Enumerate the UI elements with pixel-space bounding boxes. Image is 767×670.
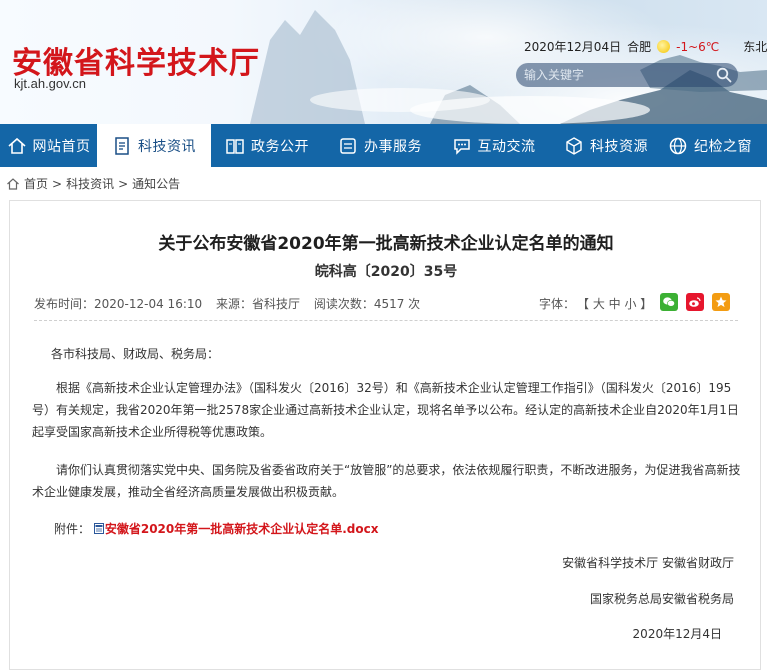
- globe-icon: [669, 137, 687, 154]
- wechat-share-button[interactable]: [660, 293, 678, 311]
- article-paragraph-1: 根据《高新技术企业认定管理办法》（国科发火〔2016〕32号）和《高新技术企业认…: [32, 381, 739, 439]
- article-panel: 关于公布安徽省2020年第一批高新技术企业认定名单的通知 皖科高〔2020〕35…: [9, 200, 761, 670]
- nav-item-label: 办事服务: [364, 138, 422, 155]
- signature-date: 2020年12月4日: [632, 627, 722, 641]
- nav-item-label: 网站首页: [32, 138, 91, 155]
- sunny-weather-icon: [657, 40, 671, 53]
- article-source: 来源：省科技厅: [215, 297, 300, 311]
- font-size-label: 字体：: [539, 297, 576, 311]
- nav-item-discipline[interactable]: 纪检之窗: [662, 124, 767, 167]
- breadcrumb-separator: >: [52, 176, 63, 191]
- nav-item-label: 科技资源: [590, 138, 648, 155]
- nav-item-interaction[interactable]: 互动交流: [437, 124, 550, 167]
- attachment-label: 附件：: [54, 522, 91, 536]
- chat-icon: [453, 138, 470, 155]
- nav-item-tech-resources[interactable]: 科技资源: [550, 124, 662, 167]
- breadcrumb-home[interactable]: 首页: [24, 175, 48, 192]
- font-size-control: 字体： 【 大 中 小 】: [539, 295, 652, 312]
- signature-departments: 安徽省科学技术厅 安徽省财政厅: [562, 556, 734, 570]
- search-input[interactable]: [522, 65, 702, 85]
- wind-direction: 东北: [743, 40, 767, 54]
- attachment-link[interactable]: 安徽省2020年第一批高新技术企业认定名单.docx: [105, 522, 379, 536]
- font-size-options[interactable]: 【 大 中 小 】: [583, 297, 652, 311]
- breadcrumb-notices[interactable]: 通知公告: [132, 175, 180, 192]
- nav-item-label: 科技资讯: [138, 138, 196, 155]
- nav-item-label: 互动交流: [477, 138, 536, 155]
- meta-divider: [34, 320, 738, 321]
- signature-tax-bureau: 国家税务总局安徽省税务局: [589, 592, 734, 606]
- city-name: 合肥: [627, 40, 652, 54]
- publish-time: 发布时间：2020-12-04 16:10: [34, 297, 203, 311]
- article-paragraph-2: 请你们认真贯彻落实党中央、国务院及省委省政府关于“放管服”的总要求，依法依规履行…: [32, 463, 741, 499]
- nav-item-tech-news[interactable]: 科技资讯: [97, 124, 211, 167]
- article-meta: 发布时间：2020-12-04 16:10 来源：省科技厅 阅读次数：4517 …: [34, 295, 430, 312]
- home-icon: [7, 137, 26, 154]
- search-icon[interactable]: [716, 67, 732, 83]
- nav-item-government-affairs[interactable]: 政务公开: [211, 124, 323, 167]
- view-count: 阅读次数：4517 次: [313, 297, 421, 311]
- date-weather-bar: 2020年12月04日 合肥 -1~6℃ 东北: [524, 38, 767, 55]
- breadcrumb: 首页 > 科技资讯 > 通知公告: [0, 167, 767, 200]
- current-date: 2020年12月04日: [524, 40, 622, 54]
- salutation: 各市科技局、财政局、税务局：: [51, 347, 220, 361]
- nav-item-home[interactable]: 网站首页: [0, 124, 97, 167]
- nav-item-services[interactable]: 办事服务: [323, 124, 437, 167]
- document-number: 皖科高〔2020〕35号: [314, 264, 458, 280]
- star-icon: [715, 296, 727, 307]
- cube-icon: [566, 136, 582, 155]
- article-title: 关于公布安徽省2020年第一批高新技术企业认定名单的通知: [158, 234, 614, 254]
- home-icon: [7, 177, 19, 190]
- document-icon: [115, 136, 129, 155]
- breadcrumb-tech-news[interactable]: 科技资讯: [66, 175, 114, 192]
- word-document-icon: [93, 523, 104, 534]
- favorite-button[interactable]: [712, 293, 730, 311]
- nav-item-label: 政务公开: [251, 138, 309, 155]
- nav-item-label: 纪检之窗: [694, 138, 752, 155]
- temperature: -1~6℃: [676, 40, 720, 54]
- attachment: 附件： 安徽省2020年第一批高新技术企业认定名单.docx: [54, 520, 379, 537]
- search-box: [516, 63, 738, 87]
- book-icon: [226, 138, 244, 154]
- site-header: 安徽省科学技术厅 kjt.ah.gov.cn 2020年12月04日 合肥 -1~6…: [0, 0, 767, 124]
- service-icon: [340, 137, 356, 154]
- breadcrumb-separator: >: [118, 176, 129, 191]
- weibo-share-button[interactable]: [686, 293, 704, 311]
- share-buttons: [660, 293, 730, 311]
- wechat-icon: [663, 297, 675, 307]
- weibo-icon: [689, 297, 701, 307]
- main-nav: 网站首页 科技资讯 政务公开 办事服务 互动交流 科技资源 纪检之窗: [0, 124, 767, 167]
- site-url: kjt.ah.gov.cn: [14, 76, 87, 91]
